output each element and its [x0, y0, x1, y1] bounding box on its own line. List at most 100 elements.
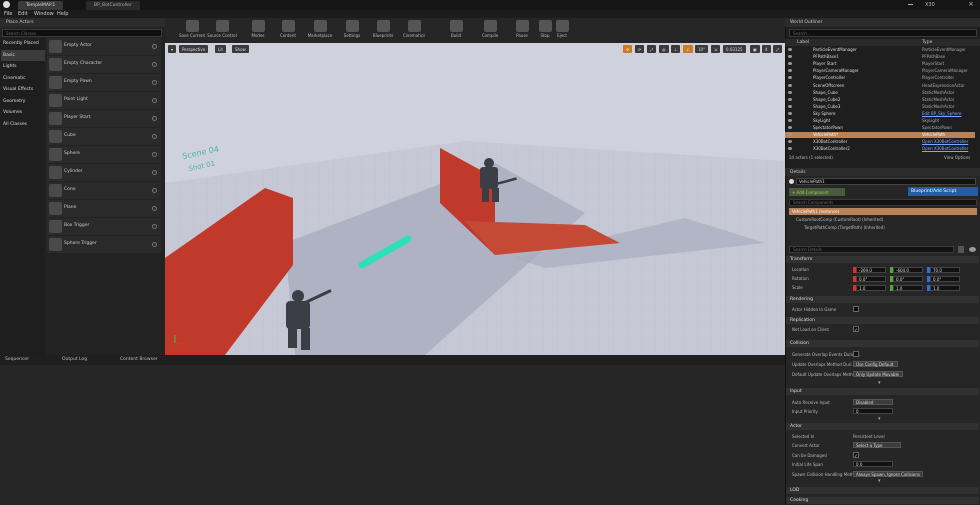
- location-z-field[interactable]: 70.0: [930, 267, 960, 273]
- close-icon[interactable]: ×: [968, 0, 974, 8]
- spawn-collision-combo[interactable]: Always Spawn, Ignore Collisions: [853, 471, 923, 477]
- visibility-eye-icon[interactable]: [788, 126, 792, 130]
- actor-item-sphere[interactable]: Sphere: [47, 146, 161, 163]
- class-search-input[interactable]: Search Classes: [2, 29, 162, 37]
- search-details-input[interactable]: Search Details: [789, 246, 954, 253]
- tab-output-log[interactable]: Output Log: [62, 357, 87, 362]
- outliner-row[interactable]: X30BotController Open X30BotController: [785, 139, 975, 145]
- section-cooking[interactable]: Cooking: [786, 497, 979, 504]
- toolbar-modes-button[interactable]: Modes: [243, 19, 273, 42]
- info-icon[interactable]: [152, 62, 157, 67]
- outliner-row[interactable]: ParticleEventManager ParticleEventManager: [785, 47, 975, 53]
- scale-snap-value[interactable]: 0.03125: [723, 45, 746, 53]
- visibility-eye-icon[interactable]: [788, 147, 792, 151]
- menu-edit[interactable]: Edit: [18, 11, 28, 17]
- info-icon[interactable]: [152, 80, 157, 85]
- viewport-options-button[interactable]: ▾: [168, 45, 177, 53]
- actor-item-sphere-trigger[interactable]: Sphere Trigger: [47, 236, 161, 253]
- outliner-row[interactable]: SkyLight SkyLight: [785, 118, 975, 124]
- generate-overlap-checkbox[interactable]: [853, 351, 859, 357]
- outliner-row[interactable]: Shape_Cube2 StaticMeshActor: [785, 97, 975, 103]
- outliner-row[interactable]: VehiclePath* VehiclePath: [785, 132, 975, 139]
- category-geometry[interactable]: Geometry: [1, 96, 45, 107]
- actor-item-empty-pawn[interactable]: Empty Pawn: [47, 74, 161, 91]
- outliner-row[interactable]: X30BotController2 Open X30BotController: [785, 146, 975, 152]
- rotation-y-field[interactable]: 0.0°: [893, 276, 923, 282]
- scale-y-field[interactable]: 1.0: [893, 285, 923, 291]
- category-recently-placed[interactable]: Recently Placed: [1, 38, 45, 49]
- actor-item-player-start[interactable]: Player Start: [47, 110, 161, 127]
- toolbar-marketplace-button[interactable]: Marketplace: [305, 19, 335, 42]
- lit-button[interactable]: Lit: [215, 45, 226, 53]
- grid-count[interactable]: 4: [762, 45, 771, 53]
- visibility-eye-icon[interactable]: [788, 133, 792, 137]
- convert-actor-combo[interactable]: Select a Type: [853, 442, 901, 448]
- info-icon[interactable]: [152, 224, 157, 229]
- category-cinematic[interactable]: Cinematic: [1, 73, 45, 84]
- visibility-eye-icon[interactable]: [788, 90, 792, 94]
- outliner-row[interactable]: Sky Sphere Edit BP_Sky_Sphere: [785, 111, 975, 117]
- section-actor[interactable]: Actor: [786, 423, 979, 430]
- outliner-row[interactable]: SpectatorPawn SpectatorPawn: [785, 125, 975, 131]
- net-load-checkbox[interactable]: ✓: [853, 326, 859, 332]
- section-transform[interactable]: Transform: [786, 256, 979, 263]
- scale-snap-icon[interactable]: ⇲: [711, 45, 721, 53]
- actor-item-box-trigger[interactable]: Box Trigger: [47, 218, 161, 235]
- actor-hidden-checkbox[interactable]: [853, 306, 859, 312]
- menu-window[interactable]: Window: [34, 11, 54, 17]
- angle-snap-icon[interactable]: ∠: [683, 45, 693, 53]
- rotate-icon[interactable]: ⟳: [635, 45, 645, 53]
- can-be-damaged-checkbox[interactable]: ✓: [853, 452, 859, 458]
- toolbar-source-control-button[interactable]: Source Control: [207, 19, 237, 42]
- toolbar-content-button[interactable]: Content: [273, 19, 303, 42]
- menu-file[interactable]: File: [4, 11, 12, 17]
- info-icon[interactable]: [152, 152, 157, 157]
- outliner-row[interactable]: PlayerCameraManager PlayerCameraManager: [785, 68, 975, 74]
- tab-sequencer[interactable]: Sequencer: [5, 357, 29, 362]
- visibility-eye-icon[interactable]: [788, 62, 792, 66]
- outliner-row-type[interactable]: Open X30BotController: [922, 146, 968, 151]
- actor-item-plane[interactable]: Plane: [47, 200, 161, 217]
- update-overlaps-combo[interactable]: Use Config Default: [853, 361, 898, 367]
- toolbar-blueprints-button[interactable]: Blueprints: [368, 19, 398, 42]
- category-all-classes[interactable]: All Classes: [1, 119, 45, 130]
- toolbar-settings-button[interactable]: Settings: [337, 19, 367, 42]
- angle-snap-value[interactable]: 10°: [695, 45, 709, 53]
- section-collision[interactable]: Collision: [786, 340, 979, 347]
- visibility-eye-icon[interactable]: [788, 55, 792, 59]
- actor-name-field[interactable]: VehiclePath1: [796, 178, 976, 185]
- perspective-button[interactable]: Perspective: [179, 45, 209, 53]
- info-icon[interactable]: [152, 242, 157, 247]
- scale-z-field[interactable]: 1.0: [930, 285, 960, 291]
- blueprint-add-script-button[interactable]: Blueprint/Add Script: [908, 187, 978, 196]
- expand-arrow-icon[interactable]: ▾: [878, 416, 881, 422]
- info-icon[interactable]: [152, 44, 157, 49]
- outliner-row[interactable]: Player Start PlayerStart: [785, 61, 975, 67]
- outliner-search-input[interactable]: Search...: [789, 29, 977, 37]
- location-x-field[interactable]: -269.0: [856, 267, 886, 273]
- category-visual-effects[interactable]: Visual Effects: [1, 84, 45, 95]
- outliner-row[interactable]: SceneOffscreen HeadExpressionActor: [785, 83, 975, 89]
- toolbar-build-button[interactable]: Build: [441, 19, 471, 42]
- info-icon[interactable]: [152, 116, 157, 121]
- component-custom-root[interactable]: CustomRootComp (CustomRoot) (Inherited): [796, 217, 883, 222]
- visibility-eye-icon[interactable]: [788, 83, 792, 87]
- info-icon[interactable]: [152, 98, 157, 103]
- outliner-row[interactable]: PFPathBase1 PFPathBase: [785, 54, 975, 60]
- visibility-eye-icon[interactable]: [788, 140, 792, 144]
- location-y-field[interactable]: -604.0: [893, 267, 923, 273]
- expand-arrow-icon[interactable]: ▾: [878, 380, 881, 386]
- surface-snap-icon[interactable]: ⊥: [671, 45, 681, 53]
- menu-help[interactable]: Help: [57, 11, 68, 17]
- rotation-z-field[interactable]: 0.0°: [930, 276, 960, 282]
- tab-bot-controller[interactable]: BP_BotController: [86, 1, 140, 10]
- toolbar-eject-button[interactable]: Eject: [547, 19, 577, 42]
- visibility-eye-icon[interactable]: [788, 111, 792, 115]
- visibility-eye-icon[interactable]: [788, 104, 792, 108]
- eye-visibility-icon[interactable]: [969, 247, 976, 252]
- section-input[interactable]: Input: [786, 388, 979, 395]
- category-lights[interactable]: Lights: [1, 61, 45, 72]
- section-rendering[interactable]: Rendering: [786, 296, 979, 303]
- outliner-row-type[interactable]: Edit BP_Sky_Sphere: [922, 111, 961, 116]
- col-type[interactable]: Type: [922, 40, 932, 45]
